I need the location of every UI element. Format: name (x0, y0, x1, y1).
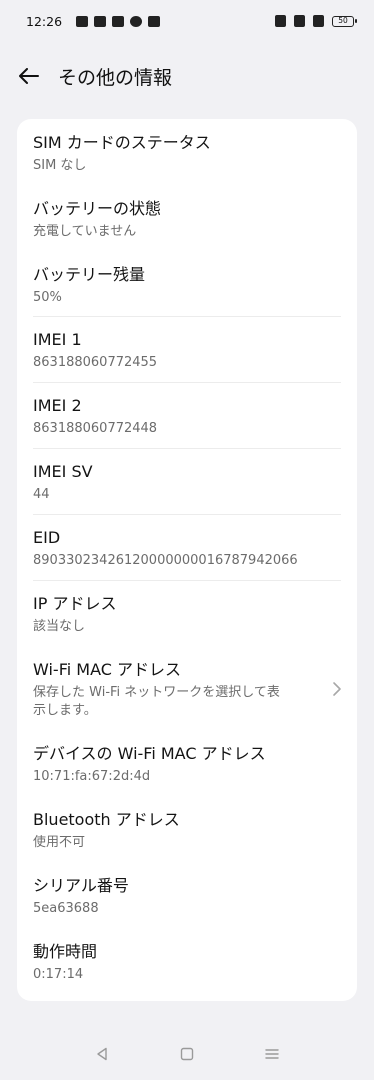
list-item-imei2[interactable]: IMEI 2 863188060772448 (33, 383, 341, 449)
notification-icon (76, 15, 89, 27)
notification-icons (76, 15, 161, 27)
list-item-imei-sv[interactable]: IMEI SV 44 (33, 449, 341, 515)
notification-icon (130, 15, 143, 27)
navigation-bar (0, 1028, 374, 1080)
square-home-icon (180, 1047, 194, 1061)
list-item-eid[interactable]: EID 89033023426120000000016787942066 (33, 515, 341, 581)
item-value: 使用不可 (33, 835, 86, 850)
notification-icon (148, 15, 161, 27)
back-button[interactable] (12, 59, 46, 93)
mail-icon (94, 15, 107, 27)
item-value: 充電していません (33, 224, 137, 239)
battery-icon: 50 (332, 15, 357, 27)
list-item-wifi-mac[interactable]: Wi-Fi MAC アドレス 保存した Wi-Fi ネットワークを選択して表 示… (33, 647, 341, 731)
item-title: バッテリー残量 (33, 265, 146, 284)
item-title: EID (33, 528, 61, 547)
item-title: SIM カードのステータス (33, 133, 211, 152)
item-title: Wi-Fi MAC アドレス (33, 660, 181, 679)
item-value-line1: 保存した Wi-Fi ネットワークを選択して表 (33, 685, 280, 700)
item-value: SIM なし (33, 158, 87, 173)
item-value: 0:17:14 (33, 967, 84, 982)
item-value-line2: 示します。 (33, 703, 97, 718)
page-title: その他の情報 (58, 66, 173, 89)
chevron-right-icon (333, 682, 341, 696)
back-arrow-icon (19, 68, 39, 84)
status-bar: 12:26 50 (0, 0, 374, 42)
vibrate-icon (294, 15, 305, 27)
no-sim-icon (313, 15, 324, 27)
item-title: IP アドレス (33, 594, 117, 613)
list-item-battery-level[interactable]: バッテリー残量 50% (33, 251, 341, 317)
app-bar: その他の情報 (0, 50, 374, 102)
item-title: シリアル番号 (33, 876, 129, 895)
menu-lines-icon (264, 1049, 279, 1059)
item-value: 44 (33, 487, 50, 502)
battery-level: 50 (338, 16, 348, 26)
list-item-ip-address[interactable]: IP アドレス 該当なし (33, 581, 341, 647)
system-icons: 50 (275, 15, 357, 27)
item-title: IMEI 2 (33, 396, 82, 415)
list-item-device-wifi-mac[interactable]: デバイスの Wi-Fi MAC アドレス 10:71:fa:67:2d:4d (33, 731, 341, 797)
list-item-bluetooth-address[interactable]: Bluetooth アドレス 使用不可 (33, 797, 341, 863)
item-title: 動作時間 (33, 942, 98, 961)
nav-back-button[interactable] (82, 1034, 122, 1074)
nfc-icon (275, 15, 286, 27)
nav-recents-button[interactable] (252, 1034, 292, 1074)
item-value: 5ea63688 (33, 901, 99, 916)
info-list: SIM カードのステータス SIM なし バッテリーの状態 充電していません バ… (17, 119, 357, 1001)
item-value: 該当なし (33, 619, 86, 634)
item-title: デバイスの Wi-Fi MAC アドレス (33, 744, 266, 763)
item-title: バッテリーの状態 (33, 199, 162, 218)
item-value: 863188060772455 (33, 355, 158, 370)
nav-home-button[interactable] (167, 1034, 207, 1074)
list-item-serial-number[interactable]: シリアル番号 5ea63688 (33, 863, 341, 929)
item-value: 89033023426120000000016787942066 (33, 553, 298, 568)
list-item-sim-status[interactable]: SIM カードのステータス SIM なし (33, 119, 341, 185)
triangle-back-icon (97, 1047, 108, 1061)
notification-icon (112, 15, 125, 27)
status-time: 12:26 (26, 13, 63, 29)
list-item-imei1[interactable]: IMEI 1 863188060772455 (33, 317, 341, 383)
list-item-uptime[interactable]: 動作時間 0:17:14 (33, 929, 341, 995)
item-value: 863188060772448 (33, 421, 158, 436)
item-value: 10:71:fa:67:2d:4d (33, 769, 151, 784)
item-title: IMEI 1 (33, 330, 82, 349)
item-title: Bluetooth アドレス (33, 810, 180, 829)
item-title: IMEI SV (33, 462, 93, 481)
item-value: 50% (33, 290, 62, 305)
list-item-battery-status[interactable]: バッテリーの状態 充電していません (33, 185, 341, 251)
